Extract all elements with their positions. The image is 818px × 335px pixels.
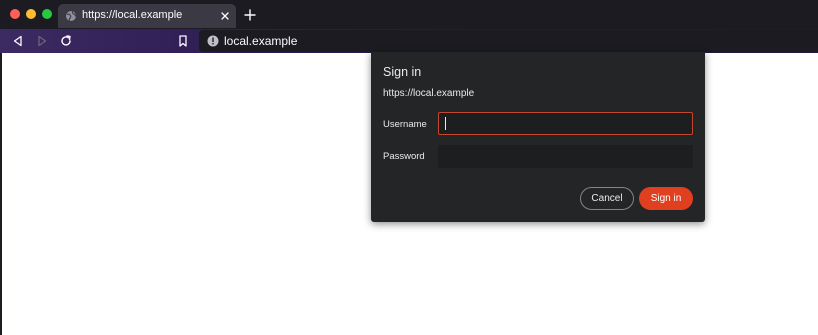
username-label: Username xyxy=(383,119,427,130)
dialog-title: Sign in xyxy=(383,65,422,79)
browser-tab[interactable]: https://local.example xyxy=(58,4,236,28)
bookmark-icon[interactable] xyxy=(176,34,190,48)
window-maximize-button[interactable] xyxy=(42,9,52,19)
forward-arrow-icon[interactable] xyxy=(35,34,49,48)
sign-in-dialog: Sign in https://local.example Username P… xyxy=(371,52,705,222)
reload-icon[interactable] xyxy=(59,34,73,48)
password-field[interactable] xyxy=(438,145,693,168)
sign-in-button[interactable]: Sign in xyxy=(639,187,693,210)
tab-title: https://local.example xyxy=(82,9,183,21)
window-close-button[interactable] xyxy=(10,9,20,19)
window-minimize-button[interactable] xyxy=(26,9,36,19)
title-bar: https://local.example xyxy=(0,0,818,29)
navigation-bar: local.example xyxy=(0,29,818,53)
back-arrow-icon[interactable] xyxy=(11,34,25,48)
username-field[interactable] xyxy=(438,112,693,135)
address-bar[interactable]: local.example xyxy=(199,30,818,52)
password-label: Password xyxy=(383,151,425,162)
cancel-button[interactable]: Cancel xyxy=(580,187,634,210)
url-text: local.example xyxy=(224,34,298,48)
globe-icon xyxy=(66,11,77,21)
text-caret xyxy=(445,117,446,130)
info-icon[interactable] xyxy=(207,35,219,47)
dialog-origin: https://local.example xyxy=(383,88,475,99)
plus-icon[interactable] xyxy=(244,9,256,21)
close-icon[interactable] xyxy=(219,10,231,22)
